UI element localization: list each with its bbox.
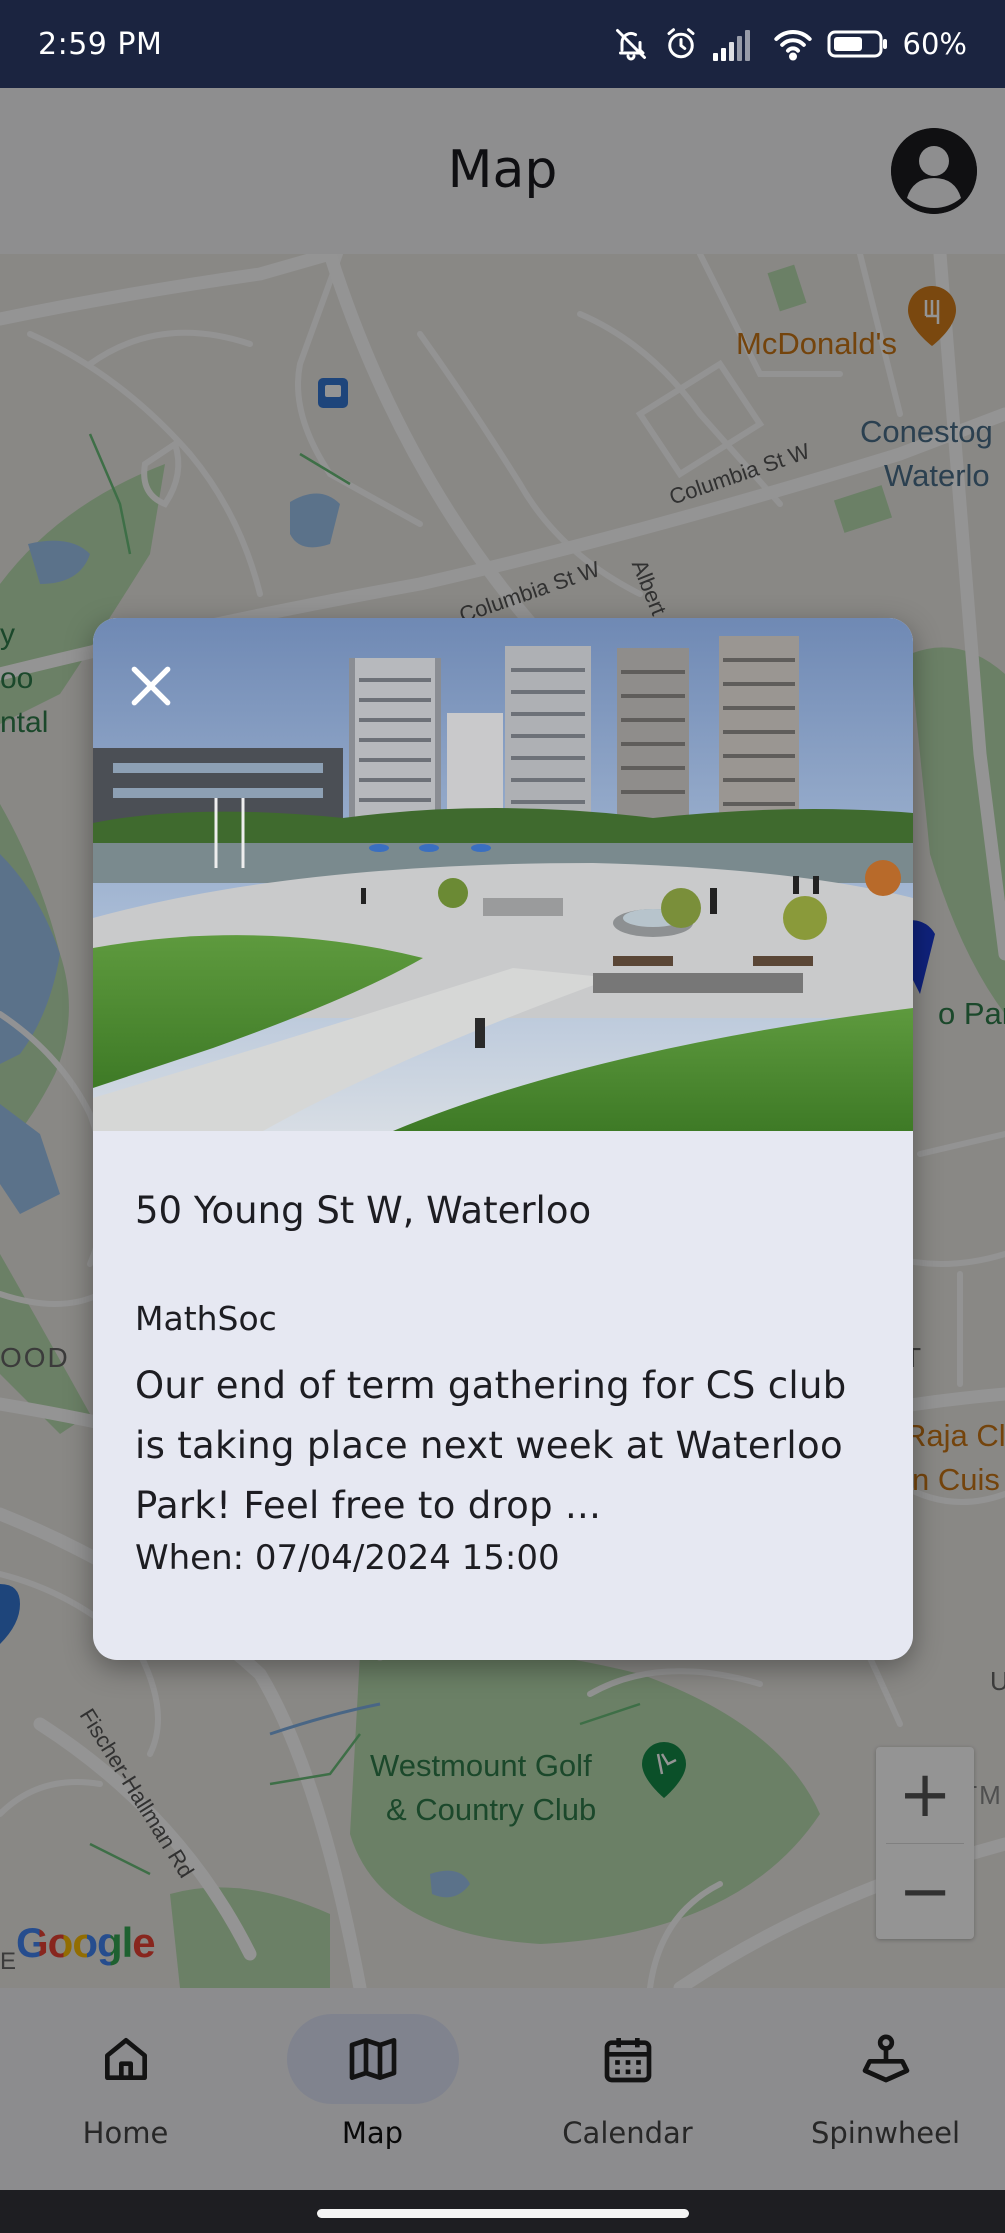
status-icons: 60% [613, 26, 967, 62]
event-dialog: 50 Young St W, Waterloo MathSoc Our end … [93, 618, 913, 1660]
event-description: Our end of term gathering for CS club is… [135, 1364, 847, 1527]
status-time: 2:59 PM [38, 26, 163, 62]
battery-icon [827, 29, 889, 59]
event-organizer: MathSoc [135, 1299, 277, 1338]
event-time: When: 07/04/2024 15:00 [135, 1538, 560, 1578]
signal-icon [712, 27, 759, 61]
wifi-icon [773, 27, 813, 61]
close-icon[interactable] [123, 658, 179, 714]
alarm-icon [663, 26, 699, 62]
gesture-handle[interactable] [317, 2209, 689, 2218]
battery-percent: 60% [902, 27, 967, 61]
status-bar: 2:59 PM 60% [0, 0, 1005, 88]
event-address: 50 Young St W, Waterloo [135, 1189, 592, 1232]
park-photo [93, 618, 913, 1131]
gesture-bar [0, 2190, 1005, 2233]
bell-off-icon [613, 26, 649, 62]
